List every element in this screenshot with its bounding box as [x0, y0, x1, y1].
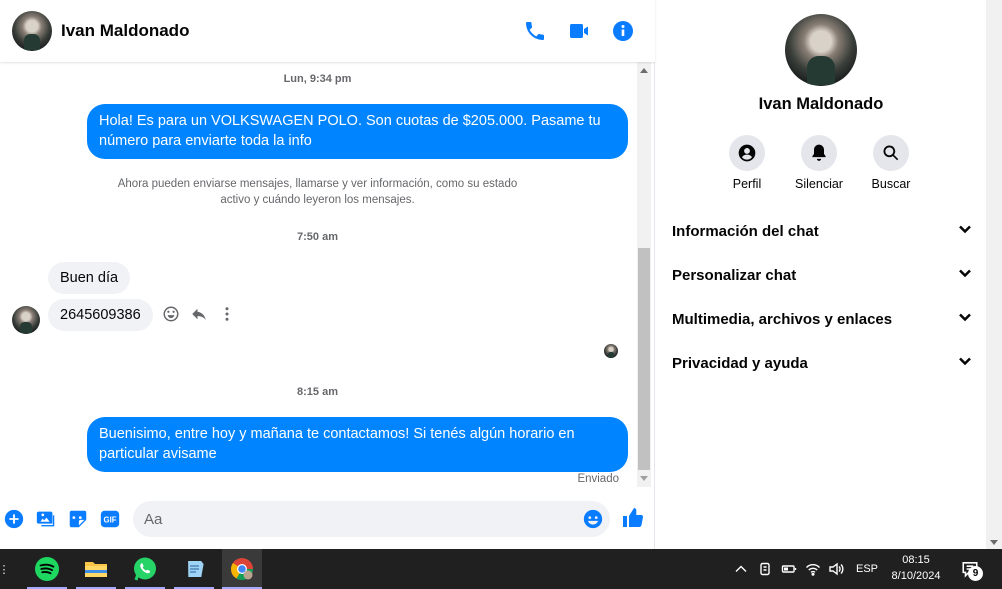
gif-icon[interactable]: GIF [99, 508, 121, 530]
chevron-up-icon[interactable] [732, 549, 750, 589]
page-scrollbar[interactable] [986, 0, 1002, 549]
section-title: Multimedia, archivos y enlaces [672, 310, 893, 328]
chat-scrollbar[interactable] [637, 62, 651, 487]
sender-avatar[interactable] [12, 306, 40, 334]
clock-time: 08:15 [902, 554, 930, 566]
message-composer: GIF [0, 495, 655, 543]
message-timestamp: Lun, 9:34 pm [283, 73, 352, 85]
search-icon [873, 135, 909, 171]
chat-panel: Ivan Maldonado Lun, 9:34 pm Hola! Es par… [0, 0, 655, 549]
image-icon[interactable] [35, 508, 57, 530]
sticker-icon[interactable] [67, 508, 89, 530]
system-clock[interactable]: 08:15 8/10/2024 [884, 552, 948, 584]
incoming-message[interactable]: 2645609386 [48, 299, 153, 331]
notice-line: activo y cuándo leyeron los mensajes. [220, 194, 415, 206]
volume-icon[interactable] [827, 549, 845, 589]
chevron-down-icon [958, 354, 972, 373]
profile-button[interactable]: Perfil [711, 135, 783, 191]
emoji-icon[interactable] [582, 508, 604, 530]
section-title: Privacidad y ayuda [672, 354, 808, 372]
chevron-down-icon [958, 222, 972, 241]
taskbar-edge-icon[interactable]: ⋮ [0, 549, 10, 589]
scroll-down-arrow[interactable] [990, 540, 998, 545]
message-timestamp: 7:50 am [297, 231, 338, 243]
chat-header: Ivan Maldonado [0, 0, 655, 62]
clock-date: 8/10/2024 [891, 570, 941, 582]
messenger-window: Ivan Maldonado Lun, 9:34 pm Hola! Es par… [0, 0, 1002, 549]
chat-info-panel: Ivan Maldonado Perfil Silenciar Buscar I… [656, 0, 986, 549]
file-explorer-icon[interactable] [76, 549, 116, 589]
video-camera-icon[interactable] [567, 19, 591, 43]
thumbs-up-icon[interactable] [621, 506, 645, 530]
bell-icon [801, 135, 837, 171]
scroll-down-arrow[interactable] [640, 476, 648, 481]
notice-line: Ahora pueden enviarse mensajes, llamarse… [117, 178, 518, 190]
mute-button[interactable]: Silenciar [783, 135, 855, 191]
incoming-message[interactable]: Buen día [48, 262, 131, 294]
section-media-files-links[interactable]: Multimedia, archivos y enlaces [672, 304, 972, 334]
language-indicator[interactable]: ESP [852, 549, 882, 589]
contact-avatar[interactable] [12, 11, 52, 51]
message-actions [162, 305, 236, 323]
search-label: Buscar [871, 177, 911, 191]
plus-circle-icon[interactable] [3, 508, 25, 530]
info-icon[interactable] [611, 19, 635, 43]
scroll-up-arrow[interactable] [640, 68, 648, 73]
section-customize-chat[interactable]: Personalizar chat [672, 260, 972, 290]
notification-count-badge: 9 [968, 566, 983, 581]
profile-avatar[interactable] [785, 14, 857, 86]
search-button[interactable]: Buscar [855, 135, 927, 191]
outgoing-message[interactable]: Hola! Es para un VOLKSWAGEN POLO. Son cu… [87, 104, 628, 159]
phone-icon[interactable] [523, 19, 547, 43]
whatsapp-icon[interactable] [125, 549, 165, 589]
message-input-box[interactable] [133, 501, 610, 537]
spotify-icon[interactable] [27, 549, 67, 589]
chevron-down-icon [958, 310, 972, 329]
outgoing-message[interactable]: Buenisimo, entre hoy y mañana te contact… [87, 417, 628, 472]
section-chat-info[interactable]: Información del chat [672, 216, 972, 246]
more-options-icon[interactable] [218, 305, 236, 323]
windows-taskbar: ⋮ ESP 08:15 8/10/2024 9 [0, 549, 1002, 589]
read-receipt-avatar [604, 344, 618, 358]
message-list[interactable]: Lun, 9:34 pm Hola! Es para un VOLKSWAGEN… [0, 62, 635, 487]
message-timestamp: 8:15 am [297, 386, 338, 398]
message-input[interactable] [144, 501, 574, 537]
contact-name[interactable]: Ivan Maldonado [61, 21, 189, 41]
profile-icon [729, 135, 765, 171]
wifi-icon[interactable] [804, 549, 822, 589]
react-emoji-icon[interactable] [162, 305, 180, 323]
svg-text:GIF: GIF [104, 516, 117, 525]
mute-label: Silenciar [795, 177, 843, 191]
chevron-down-icon [958, 266, 972, 285]
profile-name: Ivan Maldonado [758, 95, 884, 113]
reply-icon[interactable] [190, 305, 208, 323]
section-title: Información del chat [672, 222, 819, 240]
chrome-icon[interactable] [222, 549, 262, 589]
message-status: Enviado [577, 473, 619, 485]
section-title: Personalizar chat [672, 266, 797, 284]
section-privacy-help[interactable]: Privacidad y ayuda [672, 348, 972, 378]
battery-icon[interactable] [780, 549, 798, 589]
device-icon[interactable] [756, 549, 774, 589]
scroll-thumb[interactable] [638, 248, 650, 470]
notes-icon[interactable] [174, 549, 214, 589]
connection-notice: Ahora pueden enviarse mensajes, llamarse… [0, 176, 635, 208]
profile-label: Perfil [732, 177, 762, 191]
